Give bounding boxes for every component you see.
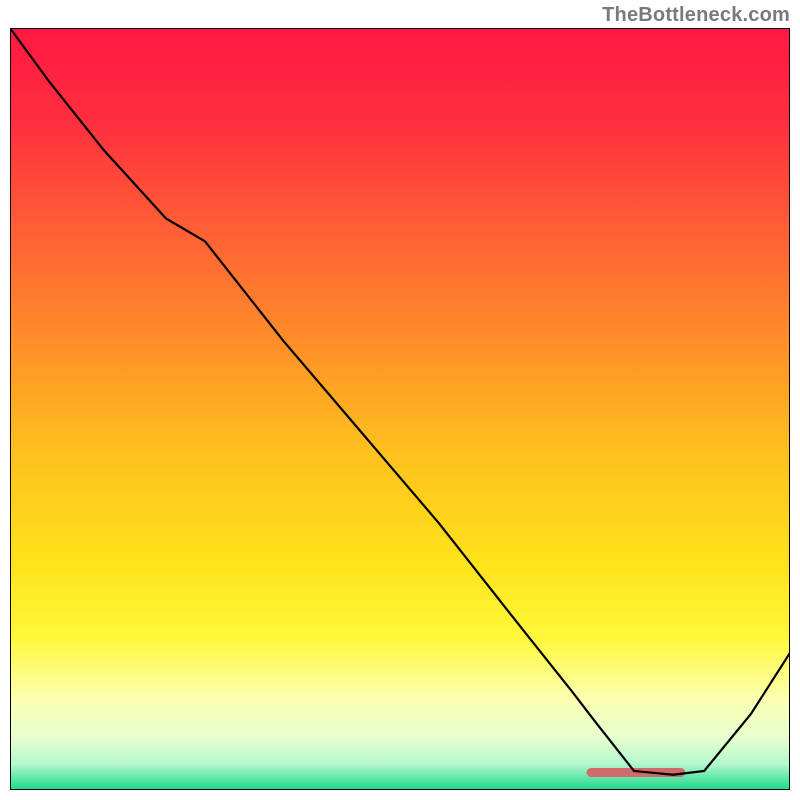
chart-container: TheBottleneck.com [0,0,800,800]
plot-background [10,28,790,790]
bottleneck-plot [10,28,790,790]
attribution-label: TheBottleneck.com [602,4,790,27]
